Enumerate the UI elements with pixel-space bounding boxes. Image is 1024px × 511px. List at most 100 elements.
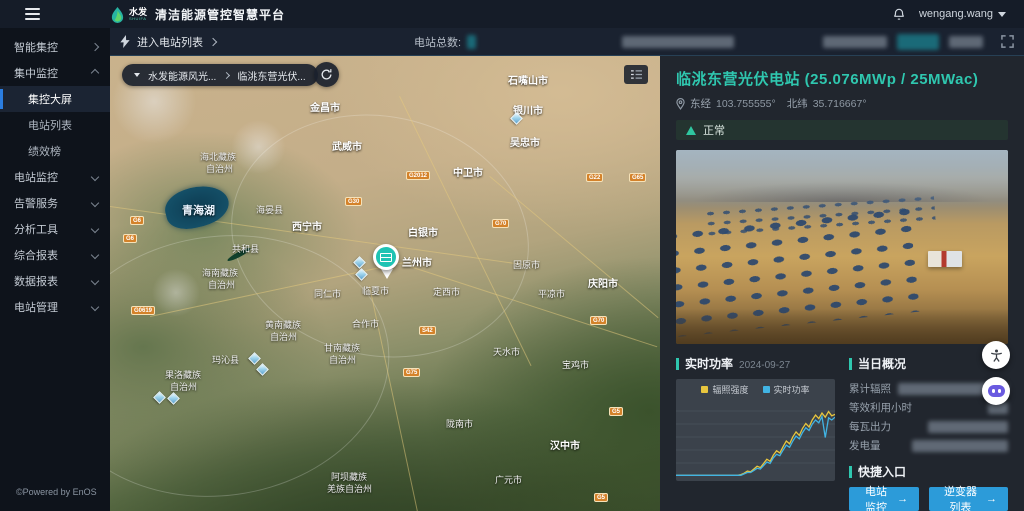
arrow-right-icon: → xyxy=(986,493,997,505)
legend-label-irradiance: 辐照强度 xyxy=(712,383,748,396)
map-label: 天水市 xyxy=(493,345,520,358)
enter-station-list-button[interactable]: 进入电站列表 xyxy=(120,34,216,50)
refresh-button[interactable] xyxy=(314,62,339,87)
notification-bell-icon[interactable] xyxy=(885,7,913,21)
brand-logo: 水发 SHUIFA xyxy=(110,6,147,23)
map-label: 广元市 xyxy=(495,473,522,486)
map-label: 吴忠市 xyxy=(510,134,540,149)
legend-swatch-irradiance xyxy=(701,386,708,393)
user-menu[interactable]: wengang.wang xyxy=(919,8,1006,20)
sidebar-item-label: 集控大屏 xyxy=(28,91,72,107)
map-breadcrumb[interactable]: 水发能源风光... 临洮东营光伏... xyxy=(122,64,318,86)
today-row-label: 等效利用小时 xyxy=(849,400,912,415)
map-label: 陇南市 xyxy=(446,417,473,430)
realtime-chart-svg xyxy=(676,398,835,480)
sidebar: 智能集控集中监控集控大屏电站列表绩效榜电站监控告警服务分析工具综合报表数据报表电… xyxy=(0,28,110,511)
chevron-down-icon xyxy=(91,277,99,285)
qinghai-lake xyxy=(161,180,233,234)
sidebar-item-1[interactable]: 集中监控 xyxy=(0,60,110,86)
chevron-right-icon xyxy=(223,71,230,78)
station-monitor-button[interactable]: 电站监控 → xyxy=(849,487,919,511)
caret-down-icon xyxy=(134,73,140,77)
redacted-block xyxy=(897,34,939,50)
chevron-right-icon xyxy=(91,43,99,51)
map-label: 汉中市 xyxy=(550,437,580,452)
map-label: 石嘴山市 xyxy=(508,72,548,87)
lightning-icon xyxy=(120,35,130,48)
chart-legend: 辐照强度 实时功率 xyxy=(676,383,835,396)
inverter-list-button[interactable]: 逆变器列表 → xyxy=(929,487,1008,511)
station-detail-panel: 临洮东营光伏电站 (25.076MWp / 25MWac) 东经 103.755… xyxy=(660,56,1024,511)
accessibility-button[interactable] xyxy=(982,341,1010,369)
app-title: 清洁能源管控智慧平台 xyxy=(155,6,285,23)
section-bar xyxy=(676,358,679,370)
road-shield: G65 xyxy=(629,173,646,182)
chevron-down-icon xyxy=(91,251,99,259)
realtime-power-title: 实时功率 xyxy=(685,355,733,372)
redacted-value xyxy=(928,421,1008,433)
logo-subtext: SHUIFA xyxy=(129,17,147,21)
powered-by-label: ©Powered by EnOS xyxy=(0,487,110,511)
sidebar-item-2[interactable]: 集控大屏 xyxy=(0,86,110,112)
map-topbar: 进入电站列表 电站总数: xyxy=(110,28,1024,56)
chevron-right-icon xyxy=(209,37,217,45)
map-label: 宝鸡市 xyxy=(562,358,589,371)
chevron-down-icon xyxy=(91,303,99,311)
sidebar-item-6[interactable]: 告警服务 xyxy=(0,190,110,216)
today-row-label: 每瓦出力 xyxy=(849,419,891,434)
sidebar-item-10[interactable]: 电站管理 xyxy=(0,294,110,320)
section-bar xyxy=(849,466,852,478)
map-canvas[interactable]: 石嘴山市银川市吴忠市中卫市金昌市武威市西宁市海晏县共和县玛沁县海北藏族自治州青海… xyxy=(110,56,660,511)
road-shield: G22 xyxy=(586,173,603,182)
map-label: 自治州 xyxy=(206,162,233,175)
lon-label: 东经 xyxy=(690,96,711,111)
today-overview-title: 当日概况 xyxy=(858,355,906,372)
station-total-label: 电站总数: xyxy=(414,34,461,50)
sidebar-item-7[interactable]: 分析工具 xyxy=(0,216,110,242)
robot-icon xyxy=(988,385,1005,397)
sidebar-item-label: 集中监控 xyxy=(14,65,58,81)
assistant-robot-button[interactable] xyxy=(982,377,1010,405)
station-cube-marker[interactable] xyxy=(510,112,523,125)
station-map-pin[interactable] xyxy=(372,244,402,282)
redacted-block xyxy=(823,36,887,48)
map-label: 平凉市 xyxy=(538,287,565,300)
redacted-block xyxy=(949,36,983,48)
map-label: 羌族自治州 xyxy=(327,482,372,495)
sidebar-item-label: 数据报表 xyxy=(14,273,58,289)
section-bar xyxy=(849,358,852,370)
breadcrumb-station[interactable]: 临洮东营光伏... xyxy=(237,68,305,83)
app-header: 水发 SHUIFA 清洁能源管控智慧平台 wengang.wang xyxy=(0,0,1024,28)
sidebar-item-label: 电站监控 xyxy=(14,169,58,185)
map-legend-toggle[interactable] xyxy=(624,65,648,84)
realtime-power-section: 实时功率 2024-09-27 辐照强度 实时功率 xyxy=(676,355,835,511)
road-shield: G75 xyxy=(403,368,420,377)
map-label: 海北藏族 xyxy=(200,150,236,163)
sidebar-item-5[interactable]: 电站监控 xyxy=(0,164,110,190)
sidebar-item-9[interactable]: 数据报表 xyxy=(0,268,110,294)
sidebar-item-8[interactable]: 综合报表 xyxy=(0,242,110,268)
fullscreen-icon[interactable] xyxy=(1001,35,1014,48)
map-label: 庆阳市 xyxy=(588,275,618,290)
realtime-power-date: 2024-09-27 xyxy=(739,360,790,371)
sidebar-item-0[interactable]: 智能集控 xyxy=(0,34,110,60)
solar-station-icon xyxy=(373,244,399,270)
today-row: 每瓦出力 xyxy=(849,417,1008,436)
sidebar-item-label: 分析工具 xyxy=(14,221,58,237)
sidebar-item-3[interactable]: 电站列表 xyxy=(0,112,110,138)
road-shield: G70 xyxy=(590,316,607,325)
sidebar-item-4[interactable]: 绩效榜 xyxy=(0,138,110,164)
realtime-power-chart: 辐照强度 实时功率 xyxy=(676,379,835,481)
road-shield: G5 xyxy=(594,493,608,502)
today-row-label: 累计辐照 xyxy=(849,381,891,396)
road-shield: G6 xyxy=(130,216,144,225)
app-root: 水发 SHUIFA 清洁能源管控智慧平台 wengang.wang 智能集控集中… xyxy=(0,0,1024,511)
station-total: 电站总数: xyxy=(414,34,734,50)
sidebar-item-label: 综合报表 xyxy=(14,247,58,263)
redacted-value xyxy=(912,440,1008,452)
chevron-down-icon xyxy=(91,199,99,207)
breadcrumb-group[interactable]: 水发能源风光... xyxy=(148,68,216,83)
station-title: 临洮东营光伏电站 (25.076MWp / 25MWac) xyxy=(676,68,1008,89)
station-monitor-label: 电站监控 xyxy=(860,483,892,511)
menu-icon[interactable] xyxy=(0,8,64,20)
